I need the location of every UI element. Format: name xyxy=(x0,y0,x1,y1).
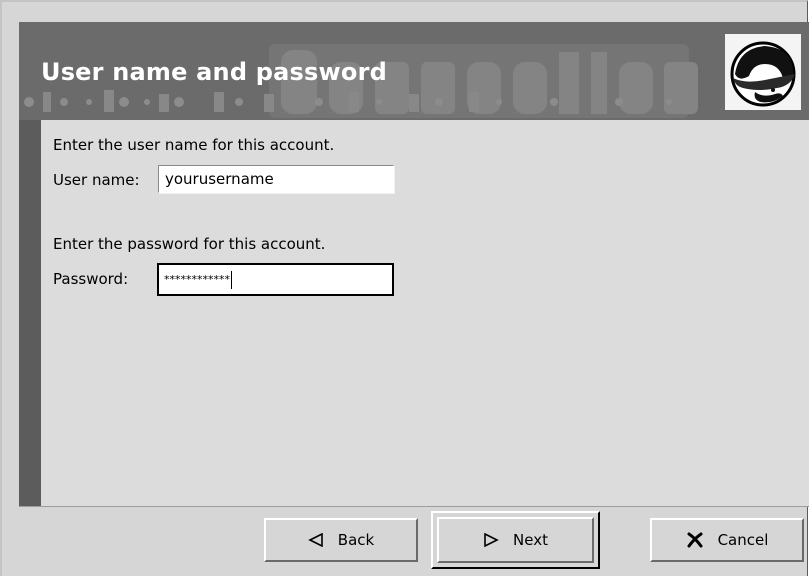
page-title: User name and password xyxy=(41,58,388,86)
cross-icon xyxy=(686,531,704,549)
red-hat-shadowman-icon xyxy=(725,34,801,110)
next-button-label: Next xyxy=(513,531,548,549)
cancel-button[interactable]: Cancel xyxy=(650,518,804,562)
right-triangle-icon xyxy=(483,533,499,547)
back-button-label: Back xyxy=(337,531,375,549)
red-hat-logo xyxy=(725,34,801,110)
cancel-button-label: Cancel xyxy=(717,531,769,549)
password-label: Password: xyxy=(53,270,129,288)
back-button[interactable]: Back xyxy=(264,518,418,562)
wizard-frame: User name and password Enter the user na… xyxy=(19,22,809,506)
left-triangle-icon xyxy=(307,533,324,547)
wizard-window: User name and password Enter the user na… xyxy=(0,0,809,576)
button-row-divider xyxy=(19,506,809,507)
username-field[interactable]: yourusername xyxy=(158,165,394,193)
text-caret xyxy=(231,271,232,289)
header-band: User name and password xyxy=(19,22,809,120)
password-prompt: Enter the password for this account. xyxy=(53,235,326,253)
username-value: yourusername xyxy=(165,170,274,188)
password-masked-value: ************ xyxy=(164,273,230,286)
side-strip xyxy=(19,120,41,506)
content-panel: Enter the user name for this account. Us… xyxy=(41,120,809,506)
username-prompt: Enter the user name for this account. xyxy=(53,136,335,154)
username-label: User name: xyxy=(53,171,140,189)
password-field[interactable]: ************ xyxy=(157,263,394,296)
next-button[interactable]: Next xyxy=(437,517,594,563)
